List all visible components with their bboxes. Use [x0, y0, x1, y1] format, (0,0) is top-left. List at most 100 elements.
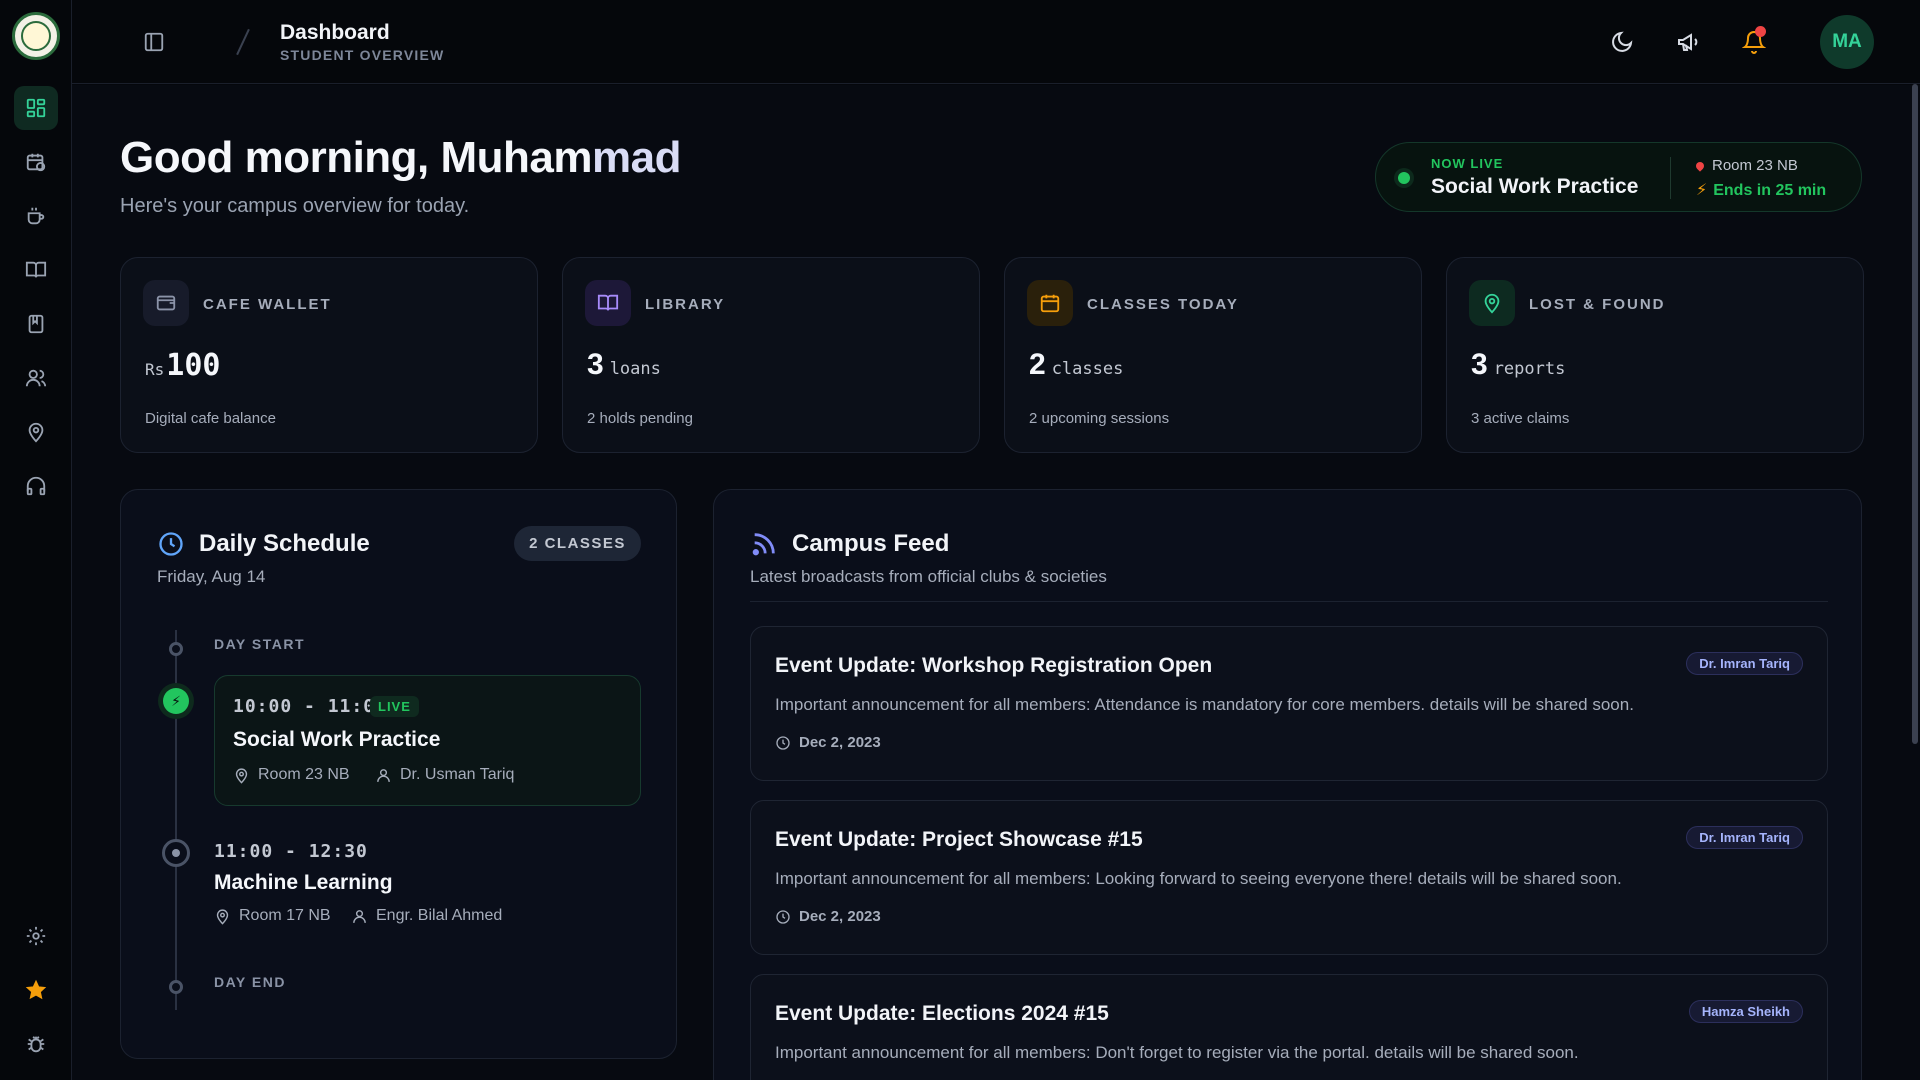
map-pin-icon — [1469, 280, 1515, 326]
feed-subtitle: Latest broadcasts from official clubs & … — [750, 567, 1107, 586]
notification-dot — [1755, 26, 1766, 37]
scroll-thumb[interactable] — [1912, 84, 1918, 744]
post-title: Event Update: Workshop Registration Open — [775, 654, 1213, 677]
live-indicator-dot — [1398, 172, 1410, 184]
class-time: 10:00 - 11:00 — [233, 696, 387, 717]
feed-post[interactable]: Event Update: Workshop Registration Open… — [750, 626, 1828, 781]
bug-icon — [27, 1036, 45, 1053]
stat-foot: 2 holds pending — [587, 410, 693, 427]
now-live-room-text: Room 23 NB — [1712, 157, 1798, 174]
post-date-text: Dec 2, 2023 — [799, 908, 881, 925]
users-icon — [25, 369, 47, 387]
class-instructor: Engr. Bilal Ahmed — [351, 907, 502, 925]
breadcrumb-separator — [236, 28, 250, 56]
coffee-icon — [27, 207, 45, 225]
post-date: Dec 2, 2023 — [775, 734, 881, 751]
sidebar-item-users[interactable] — [14, 356, 58, 400]
class-card-live[interactable]: 10:00 - 11:00 LIVE Social Work Practice … — [214, 675, 641, 806]
post-title: Event Update: Elections 2024 #15 — [775, 1002, 1109, 1025]
lightning-icon: ⚡ — [163, 688, 189, 714]
timeline-node — [162, 839, 190, 867]
headphones-icon — [26, 476, 46, 496]
lightning-icon: ⚡ — [1696, 182, 1708, 199]
stat-number: 3 — [587, 348, 604, 381]
timeline-start-node — [169, 642, 183, 656]
post-body: Important announcement for all members: … — [775, 1043, 1579, 1062]
user-icon — [377, 768, 390, 782]
post-date: Dec 2, 2023 — [775, 908, 881, 925]
announcements-button[interactable] — [1666, 20, 1710, 64]
wallet-icon — [143, 280, 189, 326]
post-body: Important announcement for all members: … — [775, 695, 1634, 714]
now-live-room: Room 23 NB — [1694, 157, 1798, 174]
stat-foot: 2 upcoming sessions — [1029, 410, 1170, 427]
book-open-icon — [25, 261, 47, 278]
clock-icon — [776, 735, 790, 750]
now-live-ends-text: Ends in 25 min — [1713, 182, 1827, 199]
sidebar-item-lost-found[interactable] — [14, 410, 58, 454]
post-author-badge[interactable]: Hamza Sheikh — [1688, 1000, 1803, 1023]
gear-icon — [26, 926, 46, 946]
greeting-title: Good morning, Muhammad — [120, 133, 681, 183]
map-pin-icon — [235, 767, 248, 784]
grid-icon — [26, 98, 46, 118]
calendar-clock-icon — [26, 153, 46, 172]
post-author-badge[interactable]: Dr. Imran Tariq — [1686, 652, 1803, 675]
clock-icon — [157, 530, 185, 563]
class-room-text: Room 17 NB — [239, 907, 331, 924]
now-live-title: Social Work Practice — [1431, 175, 1639, 198]
map-pin-icon — [28, 422, 44, 443]
sidebar-item-support[interactable] — [14, 464, 58, 508]
stat-unit: classes — [1051, 359, 1124, 379]
greeting-subtitle: Here's your campus overview for today. — [120, 195, 470, 217]
classes-count-badge: 2 CLASSES — [514, 526, 641, 561]
university-logo[interactable] — [12, 12, 60, 60]
stat-unit: loans — [609, 359, 661, 379]
post-author-badge[interactable]: Dr. Imran Tariq — [1686, 826, 1803, 849]
stat-label: CAFE WALLET — [203, 296, 332, 313]
sidebar-item-report-bug[interactable] — [14, 1022, 58, 1066]
class-room-text: Room 23 NB — [258, 766, 350, 783]
sidebar-item-settings[interactable] — [14, 914, 58, 958]
stat-card-lost-found[interactable]: LOST & FOUND 3 reports 3 active claims — [1446, 257, 1864, 453]
avatar[interactable]: MA — [1820, 15, 1874, 69]
clock-icon — [776, 909, 790, 924]
feed-post[interactable]: Event Update: Project Showcase #15 Dr. I… — [750, 800, 1828, 955]
feed-post[interactable]: Event Update: Elections 2024 #15 Hamza S… — [750, 974, 1828, 1080]
stat-unit: reports — [1493, 359, 1566, 379]
stat-card-library[interactable]: LIBRARY 3 loans 2 holds pending — [562, 257, 980, 453]
class-room: Room 23 NB — [233, 766, 350, 784]
daily-schedule-panel: Daily Schedule Friday, Aug 14 2 CLASSES … — [120, 489, 677, 1059]
greeting-title-main: Good morning, Muham — [120, 133, 593, 182]
theme-toggle-button[interactable] — [1600, 20, 1644, 64]
stat-number: 3 — [1471, 348, 1488, 381]
moon-icon — [1612, 31, 1633, 52]
top-header: Dashboard STUDENT OVERVIEW MA — [72, 0, 1920, 84]
stat-card-cafe-wallet[interactable]: CAFE WALLET Rs100 Digital cafe balance — [120, 257, 538, 453]
megaphone-icon — [1678, 33, 1698, 51]
campus-feed-panel: Campus Feed Latest broadcasts from offic… — [713, 489, 1862, 1080]
stat-label: LIBRARY — [645, 296, 726, 313]
now-live-banner[interactable]: NOW LIVE Social Work Practice Room 23 NB… — [1375, 142, 1862, 212]
stat-label: CLASSES TODAY — [1087, 296, 1239, 313]
sidebar-item-library[interactable] — [14, 248, 58, 292]
scrollbar[interactable] — [1910, 84, 1920, 744]
stat-foot: Digital cafe balance — [145, 410, 276, 427]
stat-card-classes-today[interactable]: CLASSES TODAY 2 classes 2 upcoming sessio… — [1004, 257, 1422, 453]
class-instructor: Dr. Usman Tariq — [375, 766, 514, 784]
sidebar-item-schedule[interactable] — [14, 140, 58, 184]
sidebar-item-dashboard[interactable] — [14, 86, 58, 130]
map-pin-icon — [216, 908, 229, 925]
sidebar-item-favorites[interactable] — [14, 968, 58, 1012]
class-name: Social Work Practice — [233, 728, 441, 751]
sidebar-toggle-button[interactable] — [132, 20, 176, 64]
map-pin-icon — [1694, 160, 1706, 172]
sidebar-item-notebook[interactable] — [14, 302, 58, 346]
user-icon — [353, 909, 366, 923]
star-icon — [25, 979, 47, 1000]
sidebar-item-cafe[interactable] — [14, 194, 58, 238]
schedule-date: Friday, Aug 14 — [157, 567, 266, 586]
page-subtitle: STUDENT OVERVIEW — [280, 47, 445, 63]
stat-value: 2 classes — [1029, 348, 1123, 382]
notifications-button[interactable] — [1732, 20, 1776, 64]
